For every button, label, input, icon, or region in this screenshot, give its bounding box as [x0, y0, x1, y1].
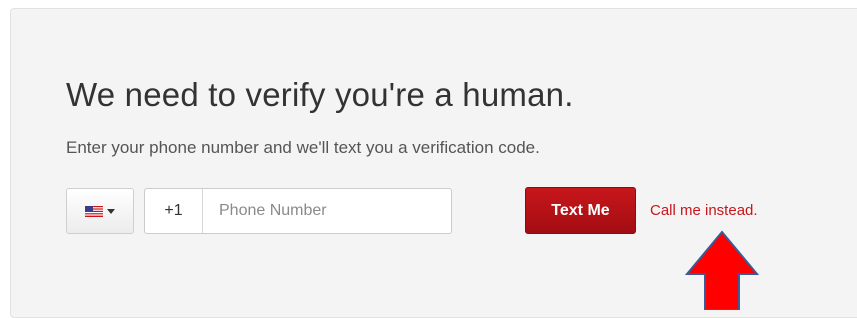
country-code-prefix: +1 [145, 189, 203, 233]
call-me-instead-link[interactable]: Call me instead. [650, 202, 758, 219]
text-me-button[interactable]: Text Me [525, 187, 636, 234]
up-arrow-icon [685, 230, 759, 310]
country-selector-button[interactable] [66, 188, 134, 234]
instruction-text: Enter your phone number and we'll text y… [66, 138, 540, 157]
caret-down-icon [107, 208, 115, 214]
phone-number-input[interactable] [203, 189, 451, 233]
us-flag-icon [85, 205, 103, 217]
phone-input-group: +1 [144, 188, 452, 234]
page-title: We need to verify you're a human. [66, 76, 574, 113]
